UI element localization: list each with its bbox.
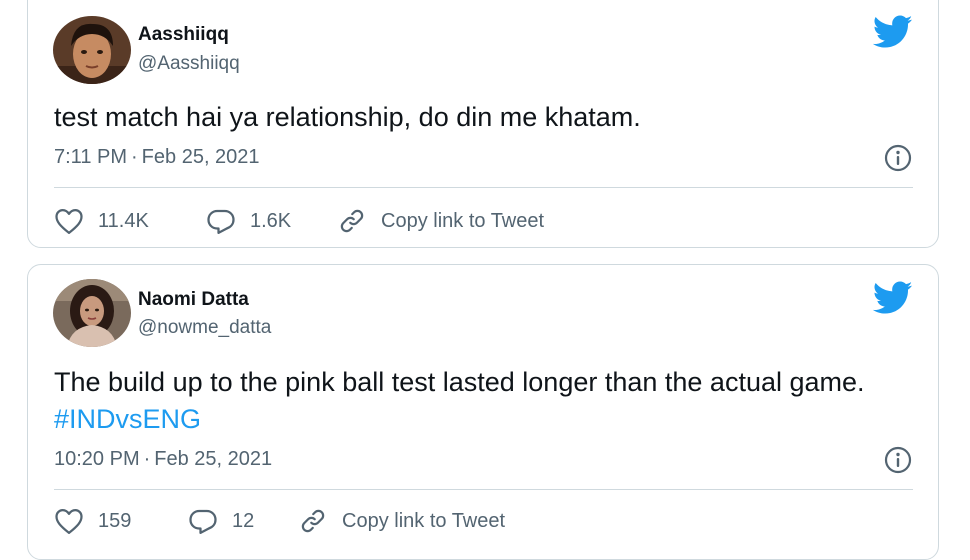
tweet-actions: 11.4K 1.6K Copy link to Tweet xyxy=(54,205,913,237)
divider xyxy=(54,187,913,188)
timestamp[interactable]: 10:20 PM · Feb 25, 2021 xyxy=(54,448,272,471)
reply-bubble-icon xyxy=(207,209,235,234)
tweet-time[interactable]: 7:11 PM xyxy=(54,146,127,168)
reply-count: 1.6K xyxy=(250,209,292,232)
author-handle[interactable]: @nowme_datta xyxy=(138,317,271,339)
reply-button[interactable]: 12 xyxy=(188,505,254,537)
tweet-text: The build up to the pink ball test laste… xyxy=(54,364,918,438)
author-name[interactable]: Aasshiiqq xyxy=(138,24,229,46)
hashtag-link[interactable]: #INDvsENG xyxy=(54,404,201,434)
like-count: 159 xyxy=(98,509,132,532)
copy-link-button[interactable]: Copy link to Tweet xyxy=(337,205,544,237)
tweet-date[interactable]: Feb 25, 2021 xyxy=(154,448,272,470)
info-icon[interactable] xyxy=(883,143,913,173)
heart-icon xyxy=(55,509,83,534)
tweet-text: test match hai ya relationship, do din m… xyxy=(54,102,641,132)
copy-link-label: Copy link to Tweet xyxy=(342,509,506,532)
timestamp-separator: · xyxy=(131,146,138,168)
tweet-time[interactable]: 10:20 PM xyxy=(54,448,140,470)
tweet-actions: 159 12 Copy link to Tweet xyxy=(54,505,913,537)
like-button[interactable]: 159 xyxy=(54,505,131,537)
tweet-card[interactable]: Naomi Datta @nowme_datta The build up to… xyxy=(27,264,939,560)
reply-bubble-icon xyxy=(189,509,217,534)
timestamp-separator: · xyxy=(143,448,151,470)
twitter-bird-icon[interactable] xyxy=(873,281,913,315)
copy-link-button[interactable]: Copy link to Tweet xyxy=(298,505,505,537)
reply-button[interactable]: 1.6K xyxy=(206,205,291,237)
avatar[interactable] xyxy=(53,16,131,84)
divider xyxy=(54,489,913,490)
like-button[interactable]: 11.4K xyxy=(54,205,149,237)
timestamp[interactable]: 7:11 PM · Feb 25, 2021 xyxy=(54,146,260,169)
heart-icon xyxy=(55,209,83,234)
author-name[interactable]: Naomi Datta xyxy=(138,289,249,311)
info-icon[interactable] xyxy=(883,445,913,475)
copy-link-label: Copy link to Tweet xyxy=(381,209,545,232)
tweet-card[interactable]: Aasshiiqq @Aasshiiqq test match hai ya r… xyxy=(27,0,939,248)
like-count: 11.4K xyxy=(98,209,149,232)
author-handle[interactable]: @Aasshiiqq xyxy=(138,53,240,75)
tweet-date[interactable]: Feb 25, 2021 xyxy=(142,146,260,168)
avatar[interactable] xyxy=(53,279,131,347)
reply-count: 12 xyxy=(232,509,255,532)
link-icon xyxy=(340,209,364,233)
twitter-bird-icon[interactable] xyxy=(873,15,913,49)
tweet-text-body: The build up to the pink ball test laste… xyxy=(54,367,865,397)
link-icon xyxy=(301,509,325,533)
